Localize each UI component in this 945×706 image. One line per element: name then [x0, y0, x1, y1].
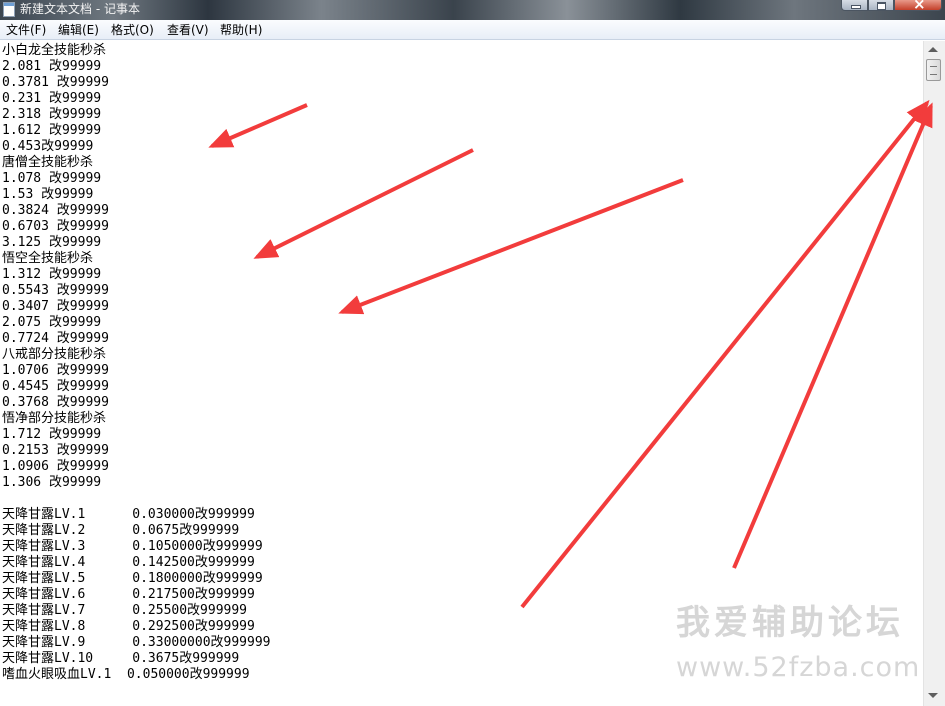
text-line: 0.2153 改99999 — [2, 443, 109, 458]
menu-file[interactable]: 文件(F) — [6, 22, 46, 38]
text-line: 0.4545 改99999 — [2, 379, 109, 394]
text-line: 悟空全技能秒杀 — [2, 251, 94, 266]
text-line: 天降甘露LV.4 0.142500改999999 — [2, 555, 255, 570]
text-line: 小白龙全技能秒杀 — [2, 43, 107, 58]
text-line: 0.7724 改99999 — [2, 331, 109, 346]
minimize-button[interactable] — [841, 0, 868, 11]
text-line: 天降甘露LV.9 0.33000000改999999 — [2, 635, 271, 650]
vertical-scrollbar[interactable] — [923, 41, 945, 706]
text-line: 0.5543 改99999 — [2, 283, 109, 298]
text-line: 2.081 改99999 — [2, 59, 102, 74]
text-line: 0.231 改99999 — [2, 91, 102, 106]
menu-view[interactable]: 查看(V) — [167, 22, 209, 38]
notepad-window: 新建文本文档 - 记事本 文件(F) 编辑(E) 格式(O) 查看(V) 帮助(… — [0, 0, 945, 706]
menu-edit[interactable]: 编辑(E) — [58, 22, 99, 38]
window-title: 新建文本文档 - 记事本 — [20, 2, 140, 16]
text-line: 0.3781 改99999 — [2, 75, 109, 90]
text-line: 0.3768 改99999 — [2, 395, 109, 410]
watermark-url: www.52fzba.com — [676, 652, 921, 683]
text-line: 天降甘露LV.10 0.3675改999999 — [2, 651, 240, 666]
text-line: 1.712 改99999 — [2, 427, 102, 442]
text-line: 2.075 改99999 — [2, 315, 102, 330]
text-line: 1.0906 改99999 — [2, 459, 109, 474]
text-line: 1.078 改99999 — [2, 171, 102, 186]
text-line: 1.612 改99999 — [2, 123, 102, 138]
text-line: 2.318 改99999 — [2, 107, 102, 122]
text-line: 1.306 改99999 — [2, 475, 102, 490]
text-line: 天降甘露LV.6 0.217500改999999 — [2, 587, 255, 602]
text-line: 0.3407 改99999 — [2, 299, 109, 314]
notepad-icon[interactable] — [3, 2, 15, 17]
text-line: 3.125 改99999 — [2, 235, 102, 250]
text-line: 天降甘露LV.7 0.25500改999999 — [2, 603, 248, 618]
text-line: 天降甘露LV.5 0.1800000改999999 — [2, 571, 263, 586]
text-line: 天降甘露LV.1 0.030000改999999 — [2, 507, 255, 522]
maximize-button[interactable] — [868, 0, 894, 11]
text-line: 天降甘露LV.3 0.1050000改999999 — [2, 539, 263, 554]
title-bar[interactable]: 新建文本文档 - 记事本 — [0, 0, 945, 20]
text-line: 0.3824 改99999 — [2, 203, 109, 218]
scroll-thumb[interactable] — [926, 59, 941, 81]
text-line: 悟净部分技能秒杀 — [2, 411, 107, 426]
text-line: 天降甘露LV.2 0.0675改999999 — [2, 523, 240, 538]
text-line: 八戒部分技能秒杀 — [2, 347, 107, 362]
menu-help[interactable]: 帮助(H) — [220, 22, 262, 38]
text-line: 1.53 改99999 — [2, 187, 94, 202]
menu-bar: 文件(F) 编辑(E) 格式(O) 查看(V) 帮助(H) — [0, 20, 945, 40]
text-line: 天降甘露LV.8 0.292500改999999 — [2, 619, 255, 634]
close-button[interactable] — [894, 0, 942, 13]
text-line: 0.6703 改99999 — [2, 219, 109, 234]
text-line: 1.312 改99999 — [2, 267, 102, 282]
menu-format[interactable]: 格式(O) — [111, 22, 154, 38]
text-line: 唐僧全技能秒杀 — [2, 155, 94, 170]
scroll-down-arrow-icon[interactable] — [928, 693, 938, 698]
text-line: 1.0706 改99999 — [2, 363, 109, 378]
text-line: 0.453改99999 — [2, 139, 94, 154]
watermark-logo-text: 我爱辅助论坛 — [676, 603, 904, 643]
text-line: 嗜血火眼吸血LV.1 0.050000改999999 — [2, 667, 250, 682]
scroll-up-arrow-icon[interactable] — [928, 47, 938, 52]
